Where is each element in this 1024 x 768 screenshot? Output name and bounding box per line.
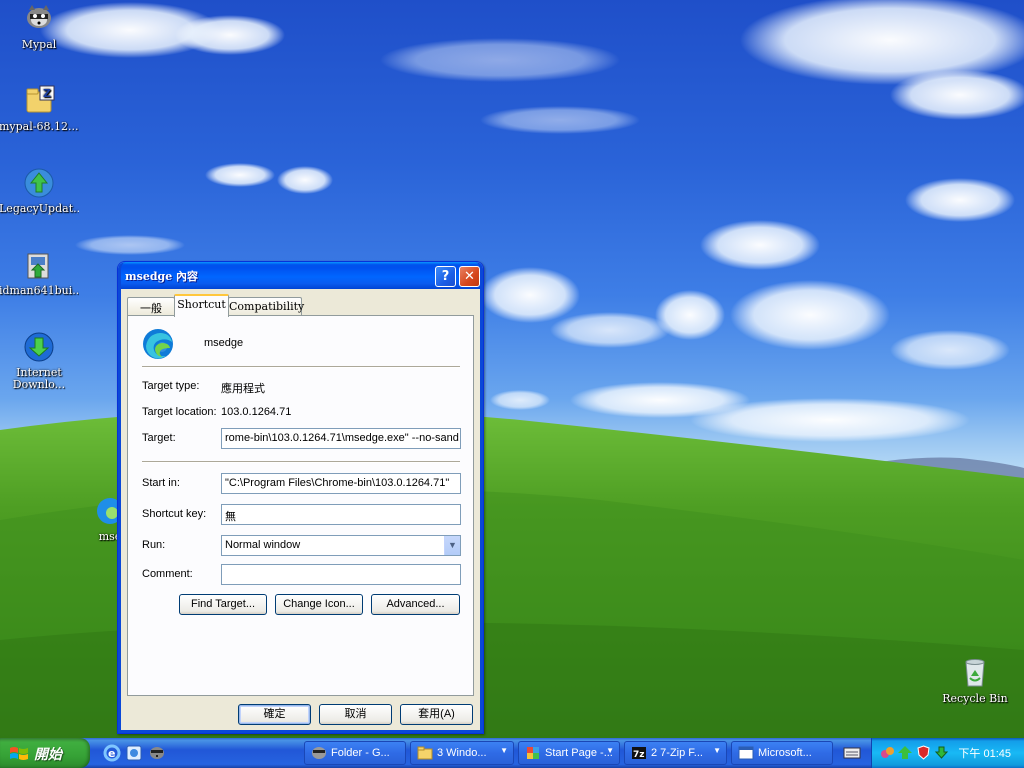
desktop-icon-recycle-bin[interactable]: Recycle Bin [935,656,1015,705]
explorer-icon[interactable] [125,744,143,762]
desktop-icon-internet-download[interactable]: Internet Downlo... [0,330,79,391]
keyboard-icon[interactable] [843,745,861,763]
desktop-icon-mypal-zip[interactable]: Z mypal-68.12.... [0,84,79,133]
chevron-down-icon: ▼ [606,746,614,755]
window-icon [738,745,754,761]
security-shield-icon[interactable] [916,745,931,760]
puzzle-icon [525,745,541,761]
run-select[interactable]: Normal window ▼ [221,535,461,556]
update-globe-icon [22,166,56,200]
download-manager-icon [22,330,56,364]
update-icon[interactable] [898,745,913,760]
find-target-button[interactable]: Find Target... [179,594,267,615]
desktop-icon-label: Recycle Bin [942,693,1008,705]
tab-compatibility[interactable]: Compatibility [228,297,304,316]
run-label: Run: [142,539,166,551]
help-button[interactable]: ? [435,266,456,287]
target-type-label: Target type: [142,380,200,392]
taskbar-item-start-page[interactable]: Start Page -... ▼ [518,741,620,765]
shortcut-key-input[interactable]: 無 [221,504,461,525]
advanced-button[interactable]: Advanced... [371,594,460,615]
taskbar: 開始 e Folder - G... 3 Windo... ▼ Start Pa… [0,738,1024,768]
taskbar-item-windows-group[interactable]: 3 Windo... ▼ [410,741,514,765]
target-type-value: 應用程式 [221,383,265,395]
installer-icon [22,248,56,282]
chevron-down-icon: ▼ [500,746,508,755]
title-bar[interactable]: msedge 內容 ? ✕ [118,262,483,289]
start-in-label: Start in: [142,477,180,489]
desktop-icon-label: LegacyUpdat... [0,203,79,215]
shortcut-key-label: Shortcut key: [142,508,207,520]
desktop-icon-mypal[interactable]: Mypal [0,2,79,51]
task-label: Start Page -... [545,747,613,759]
svg-text:e: e [108,747,115,760]
properties-dialog: msedge 內容 ? ✕ 一般 Shortcut Compatibility … [117,261,484,734]
desktop-icon-label: idman641bui... [0,285,79,297]
download-icon[interactable] [934,745,949,760]
shortcut-tab-panel: msedge Target type: 應用程式 Target location… [127,315,474,696]
start-in-input[interactable]: "C:\Program Files\Chrome-bin\103.0.1264.… [221,473,461,494]
task-label: 2 7-Zip F... [651,747,703,759]
apply-button[interactable]: 套用(A) [400,704,473,725]
comment-input[interactable] [221,564,461,585]
task-label: Microsoft... [758,747,812,759]
cancel-button[interactable]: 取消 [319,704,392,725]
tab-general[interactable]: 一般 [127,297,175,316]
ie-icon[interactable]: e [103,744,121,762]
chevron-down-icon[interactable]: ▼ [444,536,460,555]
separator [142,461,460,463]
target-input[interactable]: rome-bin\103.0.1264.71\msedge.exe" --no-… [221,428,461,449]
desktop-icon-label: mypal-68.12.... [0,121,79,133]
target-label: Target: [142,432,176,444]
raccoon-icon [22,2,56,36]
task-label: Folder - G... [331,747,390,759]
recycle-bin-icon [958,656,992,690]
desktop-icon-label: Internet Downlo... [12,367,66,391]
network-icon[interactable] [880,745,895,760]
edge-icon [142,328,174,360]
desktop-icon-label: Mypal [21,39,57,51]
windows-flag-icon [10,747,28,760]
start-button[interactable]: 開始 [0,738,90,768]
tab-shortcut[interactable]: Shortcut [174,294,229,317]
svg-text:Z: Z [43,87,51,100]
taskbar-item-7zip[interactable]: 7z 2 7-Zip F... ▼ [624,741,727,765]
change-icon-button[interactable]: Change Icon... [275,594,363,615]
taskbar-item-folder[interactable]: Folder - G... [304,741,406,765]
desktop-icon-idman[interactable]: idman641bui... [0,248,79,297]
close-button[interactable]: ✕ [459,266,480,287]
folder-icon [417,745,433,761]
target-location-label: Target location: [142,406,217,418]
ok-button[interactable]: 確定 [238,704,311,725]
comment-label: Comment: [142,568,193,580]
7zip-icon: 7z [631,745,647,761]
task-label: 3 Windo... [437,747,487,759]
zip-archive-icon: Z [22,84,56,118]
system-tray: 下午 01:45 [871,738,1024,768]
svg-text:7z: 7z [633,750,645,760]
app-name: msedge [204,337,244,349]
chevron-down-icon: ▼ [713,746,721,755]
raccoon-icon [311,745,327,761]
raccoon-icon[interactable] [148,744,166,762]
window-title: msedge 內容 [125,270,199,283]
run-select-value: Normal window [225,539,301,551]
target-location-value: 103.0.1264.71 [221,406,292,418]
separator [142,366,460,368]
desktop-icon-legacyupdate[interactable]: LegacyUpdat... [0,166,79,215]
clock[interactable]: 下午 01:45 [958,745,1011,761]
start-label: 開始 [34,747,62,763]
taskbar-item-microsoft[interactable]: Microsoft... [731,741,833,765]
